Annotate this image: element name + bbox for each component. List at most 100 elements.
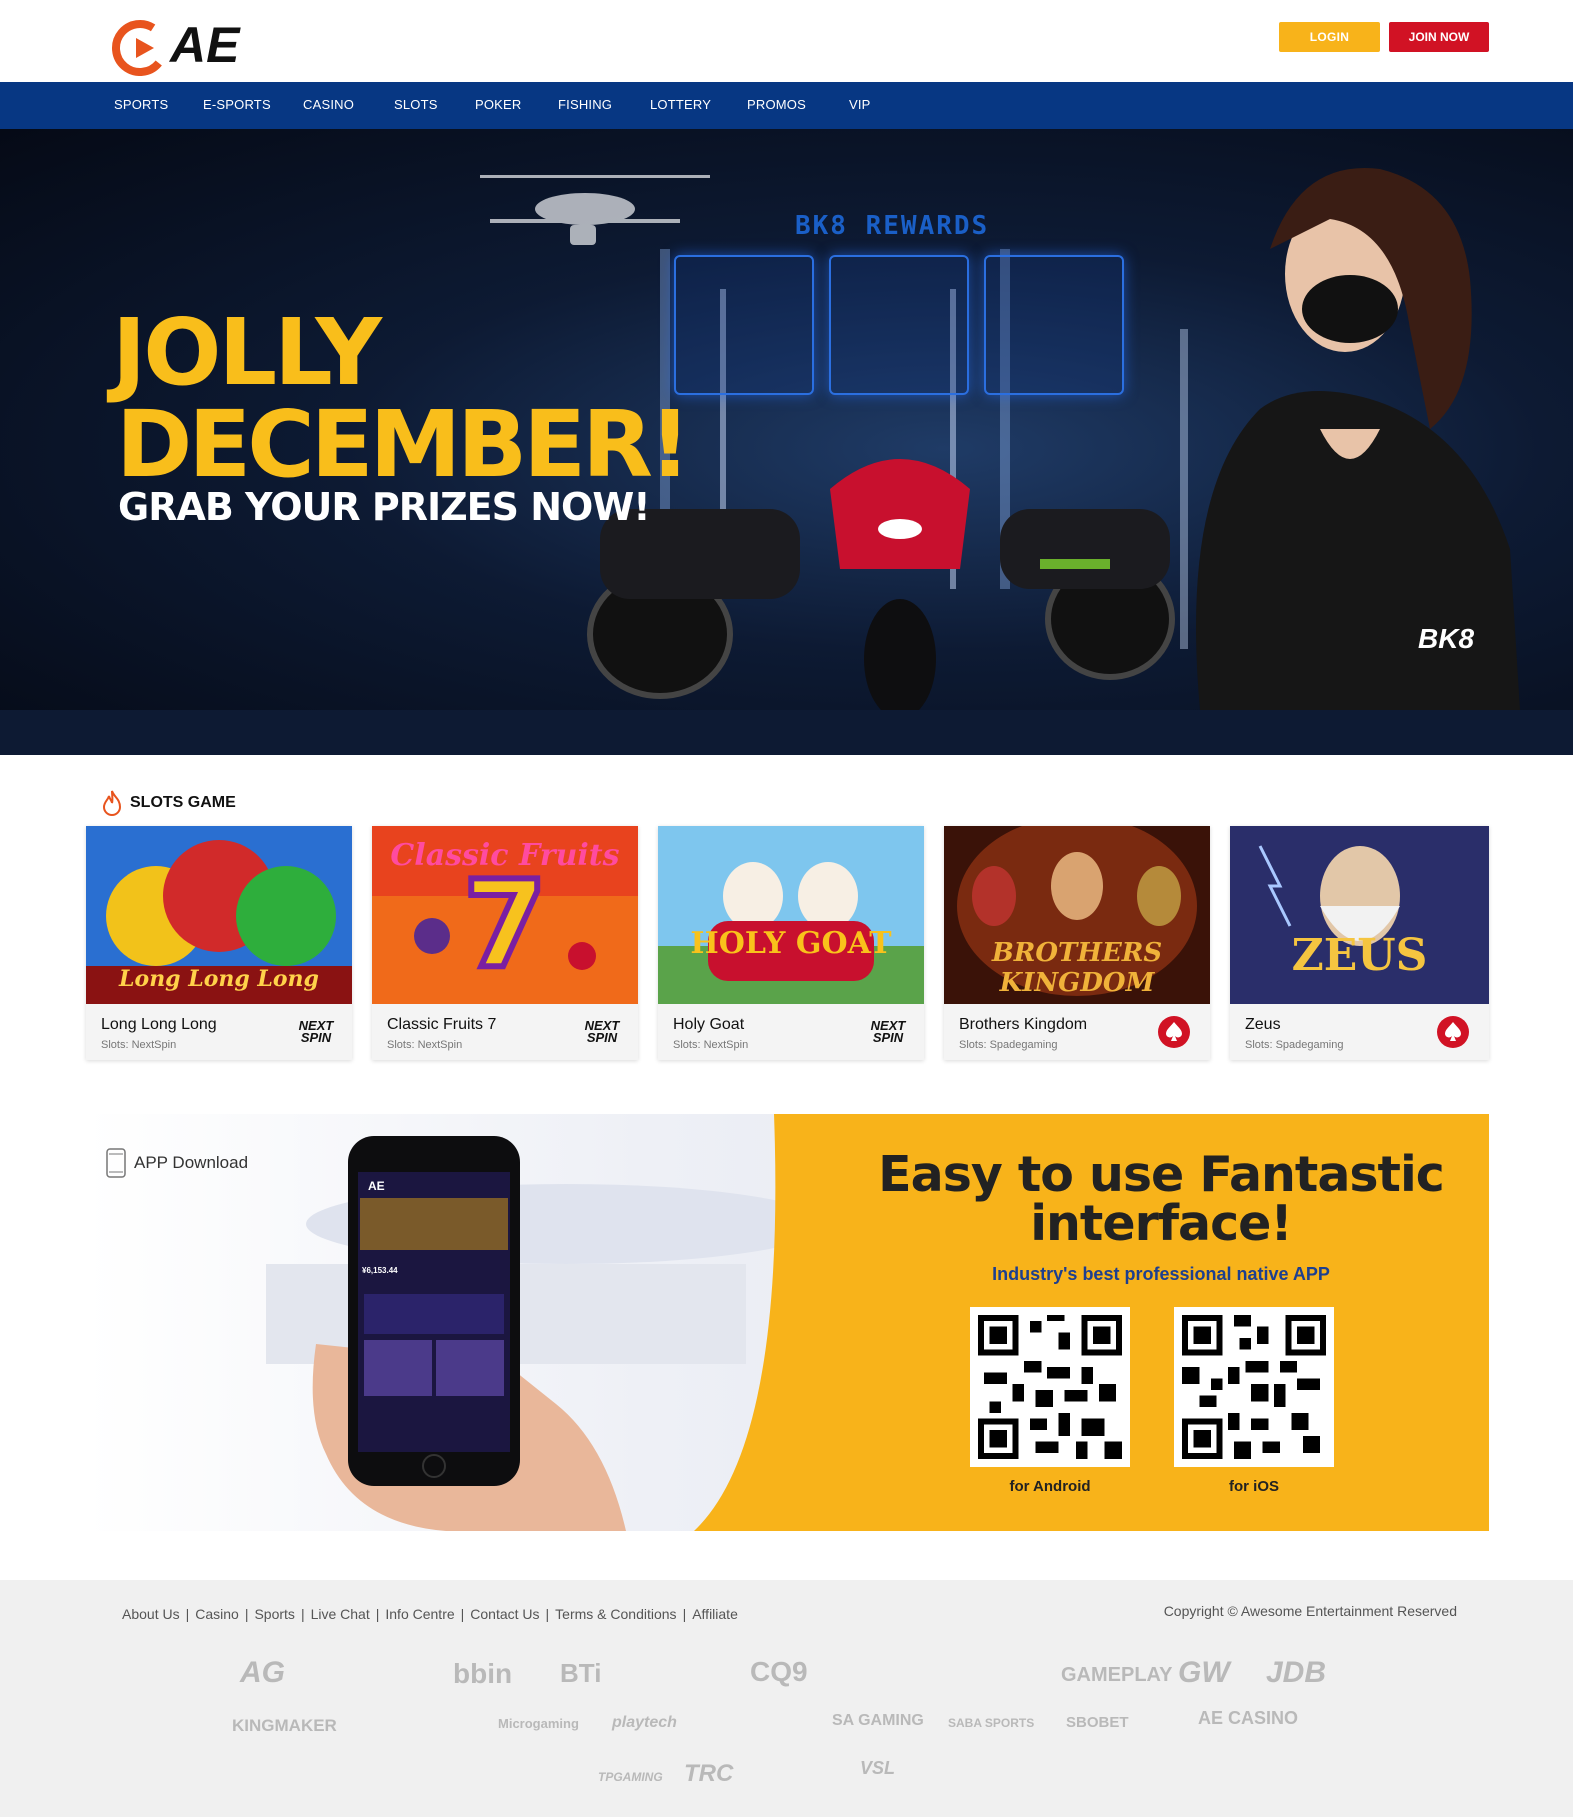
footer-link-live-chat[interactable]: Live Chat — [311, 1606, 370, 1622]
partner-logo-kingmaker: KINGMAKER — [232, 1716, 337, 1735]
slot-thumbnail[interactable]: Long Long Long — [86, 826, 352, 1004]
slot-provider: Slots: Spadegaming — [1245, 1039, 1344, 1051]
partner-logo-bti: BTi — [560, 1658, 602, 1688]
hero-title-line2: DECEMBER! — [116, 391, 691, 498]
slot-name: Brothers Kingdom — [959, 1016, 1088, 1033]
hero-brand-logo: BK8 — [1418, 623, 1475, 654]
slot-info: Zeus Slots: Spadegaming — [1230, 1004, 1489, 1060]
slot-art-title: ZEUS — [1291, 930, 1428, 981]
nav-poker[interactable]: POKER — [475, 97, 522, 112]
slot-info: Brothers Kingdom Slots: Spadegaming — [944, 1004, 1210, 1060]
slot-thumbnail[interactable]: ZEUS — [1230, 826, 1489, 1004]
prize-box-phone — [984, 255, 1124, 395]
qr-code-icon — [1182, 1315, 1326, 1459]
nav-slots[interactable]: SLOTS — [394, 97, 438, 112]
svg-text:AE: AE — [368, 1179, 385, 1193]
nav-vip[interactable]: VIP — [849, 97, 871, 112]
slot-info: Holy Goat Slots: NextSpin NEXT SPIN — [658, 1004, 924, 1060]
main-nav: SPORTS E-SPORTS CASINO SLOTS POKER FISHI… — [0, 82, 1573, 129]
partner-logo-tpgaming: TPGAMING — [598, 1770, 663, 1784]
slot-card-zeus[interactable]: ZEUS Zeus Slots: Spadegaming — [1230, 826, 1489, 1060]
site-footer: About Us | Casino | Sports | Live Chat | Inf… — [0, 1580, 1573, 1817]
nav-promos[interactable]: PROMOS — [747, 97, 806, 112]
slot-art-title: Long Long Long — [119, 966, 319, 992]
hero-banner[interactable]: BK8 REWARDS JOLLY DECEMBER! GRAB YOUR PR… — [0, 129, 1573, 710]
slot-name: Long Long Long — [101, 1016, 217, 1033]
hero-rewards-label: BK8 REWARDS — [795, 211, 990, 241]
nav-fishing[interactable]: FISHING — [558, 97, 612, 112]
app-headline: Easy to use Fantastic interface! — [878, 1146, 1445, 1252]
partner-logo-microgaming: Microgaming — [498, 1716, 579, 1731]
footer-link-casino[interactable]: Casino — [195, 1606, 239, 1622]
nav-sports[interactable]: SPORTS — [114, 97, 168, 112]
footer-links: About Us | Casino | Sports | Live Chat | Inf… — [122, 1606, 738, 1622]
app-download-section: AE ¥6,153.44 APP Download Easy to use Fa… — [86, 1114, 1489, 1531]
slot-art-title: HOLY GOAT — [690, 926, 892, 961]
slot-thumbnail[interactable]: HOLY GOAT — [658, 826, 924, 1004]
prize-box-laptop — [829, 255, 969, 395]
footer-link-about[interactable]: About Us — [122, 1606, 180, 1622]
footer-link-contact[interactable]: Contact Us — [470, 1606, 539, 1622]
nextspin-logo: NEXT SPIN — [584, 1018, 620, 1045]
slot-name: Classic Fruits 7 — [387, 1016, 497, 1033]
slots-section-title: SLOTS GAME — [100, 790, 236, 816]
slot-thumbnail[interactable]: 7 Classic Fruits — [372, 826, 638, 1004]
flame-icon — [102, 790, 122, 816]
slot-card-classic-fruits-7[interactable]: 7 Classic Fruits Classic Fruits 7 Slots:… — [372, 826, 638, 1060]
slot-provider: Slots: Spadegaming — [959, 1039, 1058, 1051]
slot-info: Long Long Long Slots: NextSpin NEXT SPIN — [86, 1004, 352, 1060]
ios-qr-label: for iOS — [1228, 1478, 1279, 1495]
site-header: AE LOGIN JOIN NOW — [0, 0, 1573, 82]
partner-logo-gameplay: GAMEPLAY — [1061, 1664, 1173, 1686]
slot-name: Zeus — [1245, 1016, 1281, 1033]
footer-link-terms[interactable]: Terms & Conditions — [555, 1606, 676, 1622]
partner-logo-ag: AG — [240, 1656, 285, 1689]
slot-art-title: BROTHERS KINGDOM — [991, 938, 1163, 998]
android-qr-label: for Android — [1009, 1478, 1091, 1495]
spade-icon — [1437, 1016, 1469, 1048]
partner-logo-ae-casino: AE CASINO — [1198, 1708, 1299, 1728]
hero-bottom-strip — [0, 710, 1573, 755]
ios-qr-code[interactable] — [1174, 1307, 1334, 1467]
qr-code-icon — [978, 1315, 1122, 1459]
nav-casino[interactable]: CASINO — [303, 97, 354, 112]
spade-icon — [1158, 1016, 1190, 1048]
partner-logo-bbin: bbin — [453, 1658, 513, 1689]
app-download-label: APP Download — [106, 1148, 248, 1178]
partner-logo-gw: GW — [1178, 1656, 1230, 1689]
login-button[interactable]: LOGIN — [1279, 22, 1380, 52]
partner-logo-vsl: VSL — [860, 1758, 896, 1778]
slot-info: Classic Fruits 7 Slots: NextSpin NEXT SP… — [372, 1004, 638, 1060]
slot-provider: Slots: NextSpin — [387, 1039, 463, 1051]
android-qr-code[interactable] — [970, 1307, 1130, 1467]
copyright-text: Copyright © Awesome Entertainment Reserv… — [1163, 1603, 1457, 1619]
slot-name: Holy Goat — [673, 1016, 745, 1033]
mobile-app-icon — [106, 1148, 126, 1178]
nextspin-logo: NEXT SPIN — [298, 1018, 334, 1045]
partner-logo-cq9: CQ9 — [750, 1656, 808, 1687]
join-now-button[interactable]: JOIN NOW — [1389, 22, 1489, 52]
slot-provider: Slots: NextSpin — [101, 1039, 177, 1051]
nextspin-logo: NEXT SPIN — [870, 1018, 906, 1045]
slot-card-holy-goat[interactable]: HOLY GOAT Holy Goat Slots: NextSpin NEXT… — [658, 826, 924, 1060]
slot-art-title: Classic Fruits — [390, 838, 620, 873]
hero-subtitle: GRAB YOUR PRIZES NOW! — [118, 485, 651, 529]
footer-link-info-centre[interactable]: Info Centre — [385, 1606, 454, 1622]
nav-esports[interactable]: E-SPORTS — [203, 97, 271, 112]
svg-text:AE: AE — [168, 17, 241, 73]
slot-card-long-long-long[interactable]: Long Long Long Long Long Long Slots: Nex… — [86, 826, 352, 1060]
nav-lottery[interactable]: LOTTERY — [650, 97, 711, 112]
svg-text:7: 7 — [463, 856, 547, 995]
app-tagline: Industry's best professional native APP — [992, 1264, 1330, 1284]
footer-link-affiliate[interactable]: Affiliate — [692, 1606, 738, 1622]
slot-provider: Slots: NextSpin — [673, 1039, 749, 1051]
app-download-text: APP Download — [134, 1153, 249, 1172]
slot-thumbnail[interactable]: BROTHERS KINGDOM — [944, 826, 1210, 1004]
ae-logo[interactable]: AE — [110, 10, 255, 76]
svg-text:¥6,153.44: ¥6,153.44 — [362, 1266, 398, 1275]
slot-card-brothers-kingdom[interactable]: BROTHERS KINGDOM Brothers Kingdom Slots:… — [944, 826, 1210, 1060]
spadegaming-logo — [1431, 1014, 1475, 1050]
footer-link-sports[interactable]: Sports — [254, 1606, 294, 1622]
spadegaming-logo — [1152, 1014, 1196, 1050]
hero-title-line1: JOLLY — [112, 299, 382, 406]
